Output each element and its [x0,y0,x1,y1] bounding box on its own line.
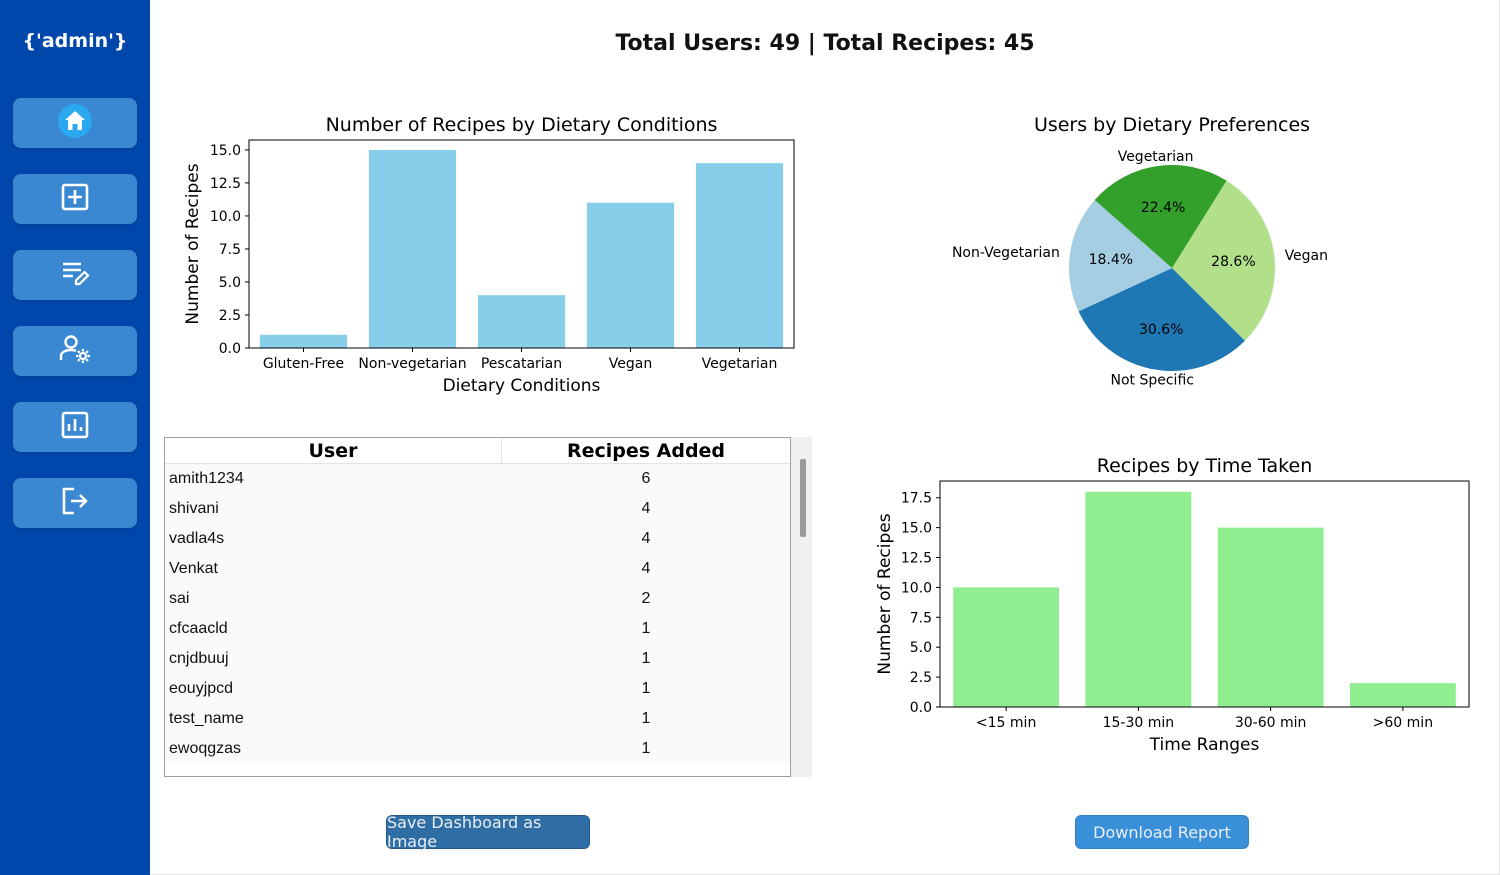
cell-recipes-added: 4 [641,530,651,547]
cell-user: ewoqgzas [169,740,242,757]
y-tick-label: 5.0 [910,640,932,656]
cell-recipes-added: 4 [641,560,651,577]
table-row[interactable]: ewoqgzas 1 [165,734,790,764]
x-tick-label: 30-60 min [1235,715,1307,731]
bar [1085,491,1192,707]
cell-recipes-added: 1 [641,740,651,757]
column-header-recipes-added[interactable]: Recipes Added [502,438,790,463]
column-header-user[interactable]: User [165,438,502,463]
cell-recipes-added: 1 [641,650,651,667]
cell-recipes-added: 6 [641,470,651,487]
y-axis-label: Number of Recipes [875,513,895,674]
table-container: User Recipes Added amith1234 6 shivani 4 vad… [164,437,791,777]
cell-recipes-added: 1 [641,710,651,727]
y-tick-label: 17.5 [901,491,932,507]
cell-user: test_name [169,710,244,727]
x-tick-label: >60 min [1373,715,1433,731]
table-row[interactable]: amith1234 6 [165,464,790,494]
table-row[interactable]: eouyjpcd 1 [165,674,790,704]
cell-recipes-added: 1 [641,680,651,697]
y-tick-label: 15.0 [901,521,932,537]
cell-user: shivani [169,500,219,517]
table-header: User Recipes Added [165,438,790,464]
bar [953,587,1060,707]
x-axis-label: Time Ranges [1149,735,1260,755]
table-row[interactable]: vadla4s 4 [165,524,790,554]
table-row[interactable]: test_name 1 [165,704,790,734]
cell-user: Venkat [169,560,218,577]
y-tick-label: 0.0 [910,700,932,716]
y-tick-label: 10.0 [901,580,932,596]
chart-title: Recipes by Time Taken [1097,455,1313,477]
cell-user: cfcaacld [169,620,228,637]
x-tick-label: 15-30 min [1103,715,1175,731]
save-dashboard-button[interactable]: Save Dashboard as Image [386,813,590,851]
y-tick-label: 2.5 [910,670,932,686]
cell-user: eouyjpcd [169,680,234,697]
table-row[interactable]: Venkat 4 [165,554,790,584]
table-row[interactable]: sai 2 [165,584,790,614]
cell-user: cnjdbuuj [169,650,229,667]
table-row[interactable]: shivani 4 [165,494,790,524]
cell-user: amith1234 [169,470,244,487]
cell-recipes-added: 4 [641,500,651,517]
cell-user: vadla4s [169,530,225,547]
y-tick-label: 12.5 [901,551,932,567]
table-row[interactable]: cnjdbuuj 1 [165,644,790,674]
cell-user: sai [169,590,190,607]
user-recipes-table: User Recipes Added amith1234 6 shivani 4 vad… [164,437,812,777]
cell-recipes-added: 2 [641,590,651,607]
download-report-button[interactable]: Download Report [1075,815,1249,849]
y-tick-label: 7.5 [910,610,932,626]
table-scrollbar[interactable] [800,459,806,537]
table-body: amith1234 6 shivani 4 vadla4s 4 Venkat 4 sai 2 cfc… [165,464,790,764]
x-tick-label: <15 min [976,715,1036,731]
bar [1217,527,1324,707]
bar [1349,683,1456,707]
table-row[interactable]: cfcaacld 1 [165,614,790,644]
cell-recipes-added: 1 [641,620,651,637]
